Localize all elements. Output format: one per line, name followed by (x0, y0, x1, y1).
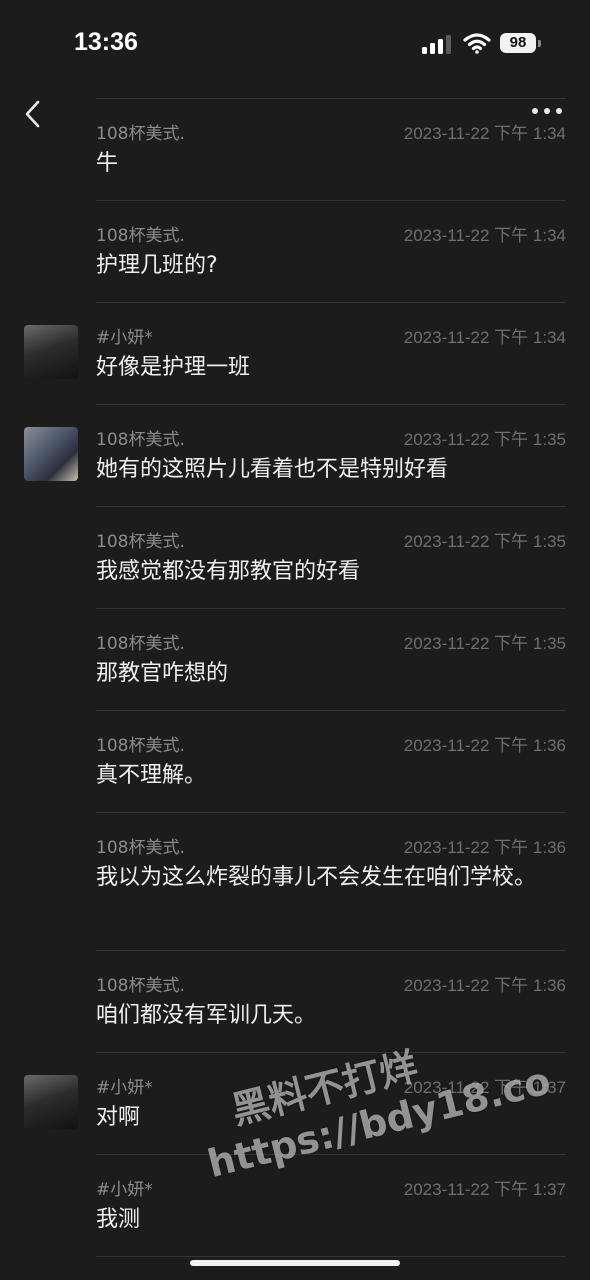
battery-cap (538, 40, 541, 47)
message-text: 好像是护理一班 (96, 355, 251, 380)
message-text: 我测 (96, 1207, 141, 1232)
message-text: 我感觉都没有那教官的好看 (96, 559, 361, 584)
message-row[interactable]: 108杯美式. 2023-11-22 下午 1:36 真不理解。 (96, 710, 566, 812)
message-text: 她有的这照片儿看着也不是特别好看 (96, 457, 449, 482)
message-time: 2023-11-22 下午 1:34 (403, 328, 566, 347)
sender-name: 108杯美式. (96, 736, 185, 756)
message-time: 2023-11-22 下午 1:34 (403, 124, 566, 143)
message-text: 那教官咋想的 (96, 661, 229, 686)
avatar[interactable] (24, 1075, 78, 1129)
message-text: 牛 (96, 151, 119, 176)
message-text: 真不理解。 (96, 763, 207, 788)
home-indicator[interactable] (190, 1260, 400, 1266)
message-row[interactable]: #小妍* 2023-11-22 下午 1:34 好像是护理一班 (24, 302, 566, 404)
message-text: 护理几班的? (96, 253, 218, 278)
message-row[interactable]: 108杯美式. 2023-11-22 下午 1:35 那教官咋想的 (96, 608, 566, 710)
message-time: 2023-11-22 下午 1:36 (403, 736, 566, 755)
message-text: 我以为这么炸裂的事儿不会发生在咱们学校。 (96, 865, 537, 890)
message-time: 2023-11-22 下午 1:35 (403, 634, 566, 653)
status-time: 13:36 (74, 28, 138, 56)
message-time: 2023-11-22 下午 1:36 (403, 838, 566, 857)
avatar[interactable] (24, 427, 78, 481)
sender-name: 108杯美式. (96, 532, 185, 552)
sender-name: 108杯美式. (96, 124, 185, 144)
message-row[interactable]: 108杯美式. 2023-11-22 下午 1:35 她有的这照片儿看着也不是特… (24, 404, 566, 506)
message-row[interactable]: #小妍* 2023-11-22 下午 1:37 我测 (96, 1154, 566, 1257)
message-row[interactable]: 108杯美式. 2023-11-22 下午 1:34 护理几班的? (96, 200, 566, 302)
sender-name: #小妍* (96, 1078, 153, 1098)
battery-icon: 98 (500, 33, 536, 53)
sender-name: #小妍* (96, 328, 153, 348)
avatar[interactable] (24, 325, 78, 379)
sender-name: 108杯美式. (96, 634, 185, 654)
sender-name: 108杯美式. (96, 838, 185, 858)
sender-name: #小妍* (96, 1180, 153, 1200)
message-row[interactable]: 108杯美式. 2023-11-22 下午 1:34 牛 (96, 98, 566, 200)
sender-name: 108杯美式. (96, 976, 185, 996)
sender-name: 108杯美式. (96, 430, 185, 450)
message-time: 2023-11-22 下午 1:37 (403, 1180, 566, 1199)
message-time: 2023-11-22 下午 1:35 (403, 430, 566, 449)
wifi-icon (463, 33, 491, 54)
message-row[interactable]: 108杯美式. 2023-11-22 下午 1:36 我以为这么炸裂的事儿不会发… (96, 812, 566, 950)
message-time: 2023-11-22 下午 1:34 (403, 226, 566, 245)
message-time: 2023-11-22 下午 1:35 (403, 532, 566, 551)
message-row[interactable]: 108杯美式. 2023-11-22 下午 1:35 我感觉都没有那教官的好看 (96, 506, 566, 608)
sender-name: 108杯美式. (96, 226, 185, 246)
signal-icon (422, 34, 454, 54)
message-time: 2023-11-22 下午 1:36 (403, 976, 566, 995)
status-bar: 13:36 98 (0, 0, 590, 88)
